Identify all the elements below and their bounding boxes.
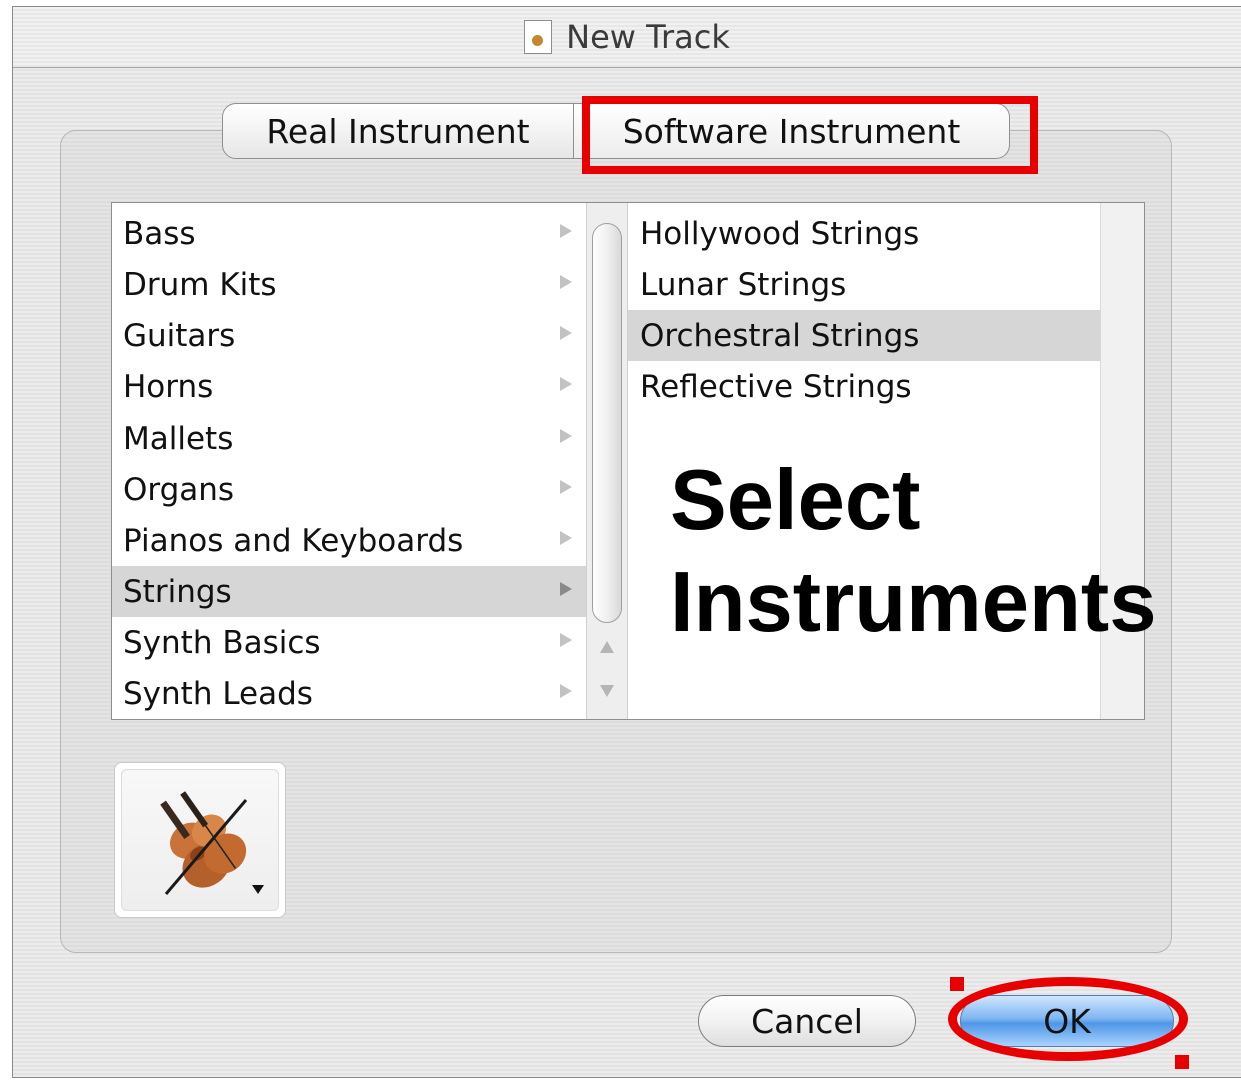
scroll-up-arrow-icon[interactable]	[600, 641, 614, 653]
title-bar: New Track	[13, 7, 1241, 68]
category-column: Bass Drum Kits Guitars Horns Mallets Org…	[112, 203, 586, 719]
category-item-synth-basics[interactable]: Synth Basics	[112, 617, 586, 668]
category-scrollbar[interactable]	[586, 203, 628, 719]
category-item-organs[interactable]: Organs	[112, 464, 586, 515]
category-label: Horns	[123, 368, 214, 405]
category-label: Synth Basics	[123, 624, 321, 661]
instrument-item-hollywood-strings[interactable]: Hollywood Strings	[628, 208, 1100, 259]
highlight-marker	[1175, 1055, 1189, 1069]
category-item-synth-leads[interactable]: Synth Leads	[112, 668, 586, 719]
tab-real-instrument[interactable]: Real Instrument	[222, 103, 574, 159]
annotation-line-2: Instruments	[670, 555, 1157, 650]
disclosure-arrow-icon	[560, 429, 572, 443]
category-label: Pianos and Keyboards	[123, 522, 464, 559]
category-label: Strings	[123, 573, 232, 610]
disclosure-arrow-icon	[560, 633, 572, 647]
disclosure-arrow-icon	[560, 582, 572, 596]
annotation-text: Select Instruments	[670, 450, 1230, 654]
disclosure-arrow-icon	[560, 531, 572, 545]
annotation-line-1: Select	[670, 453, 921, 548]
disclosure-arrow-icon	[560, 326, 572, 340]
category-label: Bass	[123, 215, 196, 252]
category-item-guitars[interactable]: Guitars	[112, 310, 586, 361]
category-label: Synth Leads	[123, 675, 313, 712]
disclosure-arrow-icon	[560, 377, 572, 391]
category-label: Organs	[123, 471, 235, 508]
category-label: Guitars	[123, 317, 236, 354]
track-icon-frame	[121, 769, 279, 911]
category-item-horns[interactable]: Horns	[112, 361, 586, 412]
category-item-drum-kits[interactable]: Drum Kits	[112, 259, 586, 310]
disclosure-arrow-icon	[560, 684, 572, 698]
category-item-pianos-and-keyboards[interactable]: Pianos and Keyboards	[112, 515, 586, 566]
window-title: New Track	[566, 18, 730, 56]
document-icon	[524, 20, 553, 54]
scroll-down-arrow-icon[interactable]	[600, 685, 614, 697]
disclosure-arrow-icon	[560, 275, 572, 289]
ok-button-highlight	[948, 977, 1188, 1061]
cancel-button[interactable]: Cancel	[698, 995, 916, 1047]
disclosure-arrow-icon	[560, 480, 572, 494]
instrument-item-orchestral-strings[interactable]: Orchestral Strings	[628, 310, 1100, 361]
track-icon-picker[interactable]	[114, 762, 286, 918]
violin-icon	[160, 791, 248, 895]
instrument-item-reflective-strings[interactable]: Reflective Strings	[628, 361, 1100, 412]
highlight-marker	[950, 977, 964, 991]
category-label: Drum Kits	[123, 266, 277, 303]
category-item-bass[interactable]: Bass	[112, 208, 586, 259]
scrollbar-thumb[interactable]	[592, 223, 622, 623]
instrument-item-lunar-strings[interactable]: Lunar Strings	[628, 259, 1100, 310]
category-label: Mallets	[123, 420, 234, 457]
category-item-mallets[interactable]: Mallets	[112, 413, 586, 464]
popup-menu-triangle-icon	[252, 885, 264, 894]
category-item-strings[interactable]: Strings	[112, 566, 586, 617]
software-instrument-highlight	[582, 96, 1038, 174]
disclosure-arrow-icon	[560, 224, 572, 238]
